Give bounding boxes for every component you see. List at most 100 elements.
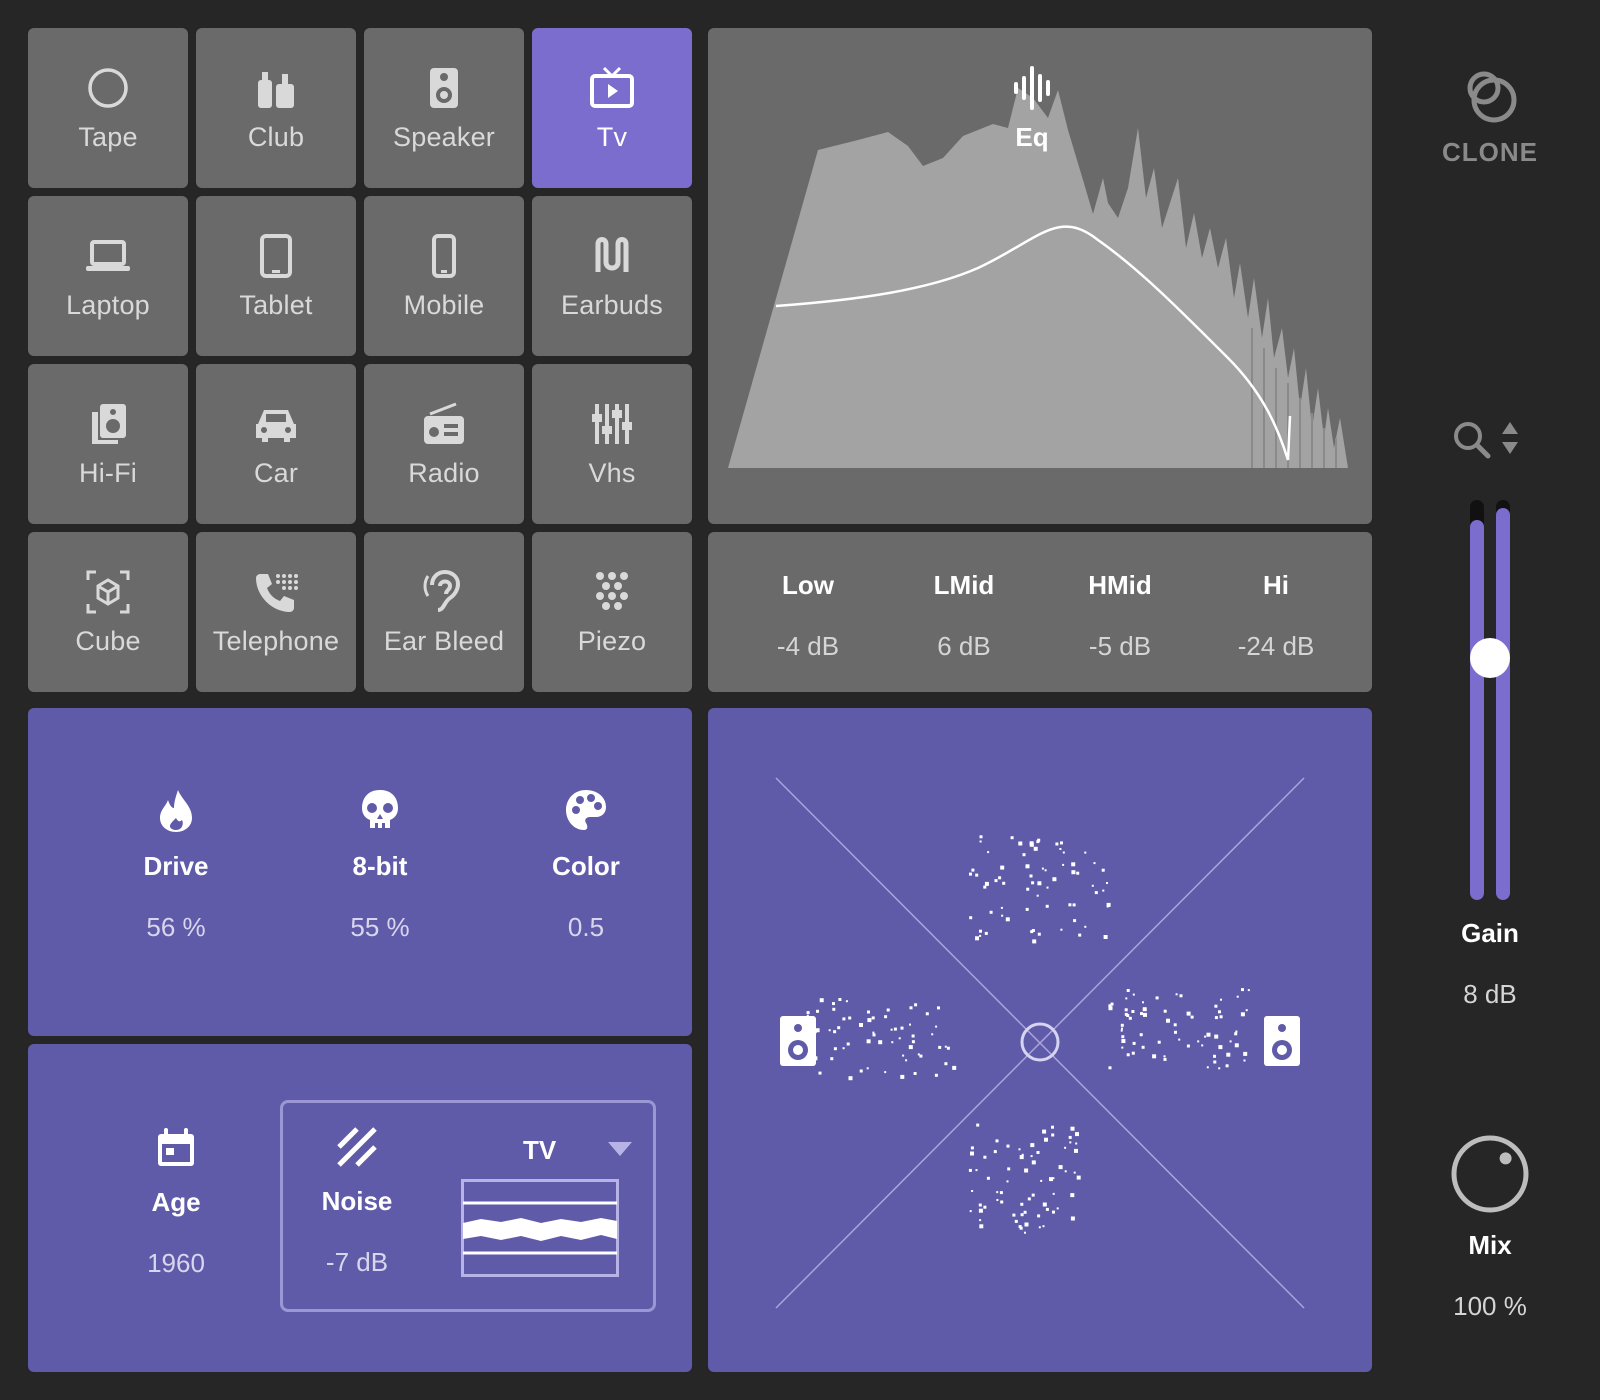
preset-label: Earbuds (561, 290, 663, 320)
calendar-icon (158, 1128, 194, 1166)
preset-label: Tv (596, 122, 628, 152)
cube-icon (84, 568, 132, 616)
preset-radio[interactable]: Radio (364, 364, 524, 524)
search-icon[interactable] (1454, 422, 1491, 459)
preset-label: Laptop (66, 290, 150, 320)
tablet-icon (252, 232, 300, 280)
speaker-icon (420, 64, 468, 112)
preset-speaker[interactable]: Speaker (364, 28, 524, 188)
gain-slider-thumb[interactable] (1470, 638, 1510, 678)
preset-ear-bleed[interactable]: Ear Bleed (364, 532, 524, 692)
circle-icon (84, 64, 132, 112)
band-value[interactable]: 6 dB (884, 631, 1044, 662)
eq-bands-panel: Low -4 dB LMid 6 dB HMid -5 dB Hi -24 dB (708, 532, 1372, 692)
preset-telephone[interactable]: Telephone (196, 532, 356, 692)
preset-car[interactable]: Car (196, 364, 356, 524)
bitcrush-value[interactable]: 55 % (290, 912, 470, 943)
gain-readout: Gain 8 dB (1410, 918, 1570, 1010)
clone-logo-icon (1467, 71, 1517, 123)
preset-label: Mobile (403, 290, 485, 320)
preset-piezo[interactable]: Piezo (532, 532, 692, 692)
ear-icon (420, 568, 468, 616)
preset-vhs[interactable]: Vhs (532, 364, 692, 524)
band-name: Low (782, 570, 834, 600)
palette-icon (566, 790, 606, 830)
brand-name: CLONE (1442, 137, 1538, 167)
stereo-field-graph[interactable] (708, 708, 1372, 1372)
noise-control[interactable]: Noise -7 dB (267, 1125, 447, 1278)
drive-control[interactable]: Drive 56 % (86, 786, 266, 943)
eq-band-hi[interactable]: Hi -24 dB (1196, 532, 1356, 662)
gain-meter[interactable] (1468, 500, 1512, 902)
stereo-particles (793, 835, 1250, 1234)
radio-icon (420, 400, 468, 448)
preset-label: Tape (78, 122, 138, 152)
noise-stripes-icon (337, 1127, 377, 1167)
eq-panel[interactable]: Eq (708, 28, 1372, 524)
stereo-field-panel[interactable] (708, 708, 1372, 1372)
noise-waveform (461, 1179, 619, 1277)
dots-icon (588, 568, 636, 616)
noise-type-dropdown[interactable]: TV (483, 1135, 643, 1171)
mix-readout: Mix 100 % (1410, 1230, 1570, 1322)
band-value[interactable]: -24 dB (1196, 631, 1356, 662)
zoom-scale-control[interactable] (1452, 418, 1524, 466)
band-value[interactable]: -4 dB (728, 631, 888, 662)
preset-laptop[interactable]: Laptop (28, 196, 188, 356)
noise-type-label: TV (523, 1135, 557, 1165)
preset-tablet[interactable]: Tablet (196, 196, 356, 356)
preset-tv[interactable]: Tv (532, 28, 692, 188)
preset-label: Club (247, 122, 305, 152)
noise-value[interactable]: -7 dB (267, 1247, 447, 1278)
bitcrush-label: 8-bit (352, 851, 408, 881)
age-noise-panel: Age 1960 Noise -7 dB TV (28, 1044, 692, 1372)
band-name: LMid (933, 570, 995, 600)
age-control[interactable]: Age 1960 (86, 1126, 266, 1279)
preset-label: Cube (75, 626, 141, 656)
brand-logo: CLONE (1410, 64, 1570, 168)
preset-tape[interactable]: Tape (28, 28, 188, 188)
eq-spectrum-graph[interactable]: Eq (708, 28, 1372, 524)
preset-label: Radio (408, 458, 480, 488)
meter-right-fill (1496, 508, 1510, 900)
eq-band-low[interactable]: Low -4 dB (728, 532, 888, 662)
band-value[interactable]: -5 dB (1040, 631, 1200, 662)
band-name: HMid (1088, 570, 1152, 600)
preset-mobile[interactable]: Mobile (364, 196, 524, 356)
mix-label: Mix (1468, 1230, 1512, 1260)
mix-value[interactable]: 100 % (1410, 1291, 1570, 1322)
preset-club[interactable]: Club (196, 28, 356, 188)
drive-value[interactable]: 56 % (86, 912, 266, 943)
noise-label: Noise (321, 1186, 393, 1216)
preset-label: Vhs (588, 458, 636, 488)
preset-label: Piezo (577, 626, 647, 656)
bitcrush-control[interactable]: 8-bit 55 % (290, 786, 470, 943)
up-down-arrows-icon[interactable] (1502, 422, 1518, 454)
eq-band-lmid[interactable]: LMid 6 dB (884, 532, 1044, 662)
age-value[interactable]: 1960 (86, 1248, 266, 1279)
mobile-icon (420, 232, 468, 280)
preset-label: Car (253, 458, 299, 488)
speaker-left-icon (780, 1016, 816, 1066)
meter-left-fill (1470, 520, 1484, 900)
color-value[interactable]: 0.5 (496, 912, 676, 943)
sliders-icon (588, 400, 636, 448)
preset-earbuds[interactable]: Earbuds (532, 196, 692, 356)
color-label: Color (552, 851, 620, 881)
preset-cube[interactable]: Cube (28, 532, 188, 692)
preset-label: Speaker (393, 122, 495, 152)
preset-label: Tablet (239, 290, 313, 320)
eq-band-hmid[interactable]: HMid -5 dB (1040, 532, 1200, 662)
gain-label: Gain (1461, 918, 1519, 948)
gain-value[interactable]: 8 dB (1410, 979, 1570, 1010)
speaker-right-icon (1264, 1016, 1300, 1066)
bottles-icon (252, 64, 300, 112)
car-icon (252, 400, 300, 448)
preset-label: Telephone (212, 626, 340, 656)
preset-hi-fi[interactable]: Hi-Fi (28, 364, 188, 524)
laptop-icon (84, 232, 132, 280)
age-label: Age (151, 1187, 201, 1217)
mix-knob[interactable] (1448, 1132, 1532, 1216)
hifi-icon (84, 400, 132, 448)
color-control[interactable]: Color 0.5 (496, 786, 676, 943)
